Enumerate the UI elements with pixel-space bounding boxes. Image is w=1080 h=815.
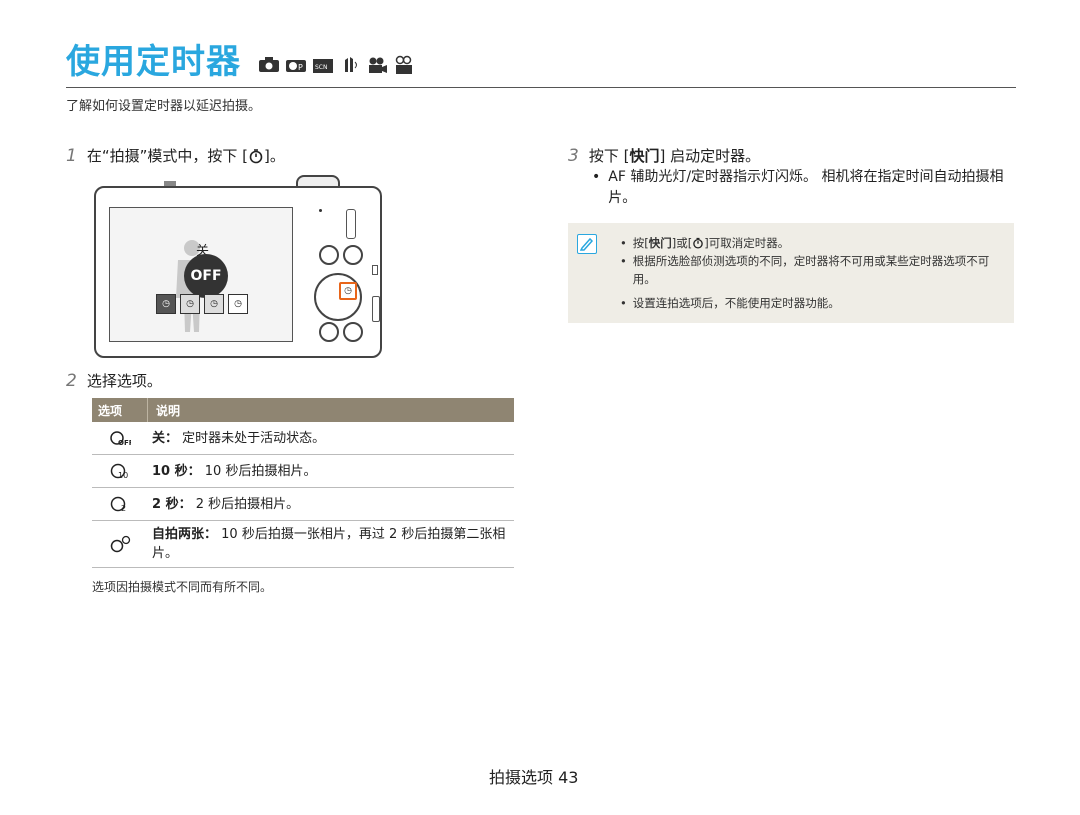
table-row: 10 10 秒： 10 秒后拍摄相片。 [92,455,514,488]
col-header-description: 说明 [156,403,181,418]
smart-movie-icon [395,55,412,74]
step-text-a: 在“拍摄”模式中，按下 [ [86,147,248,165]
step-text-a: 按下 [ [588,147,630,165]
timer-icon [693,237,704,249]
timer-icon [249,149,263,164]
step-number: 3 [568,145,579,166]
step-text: 按下 [快门] 启动定时器。 [589,145,760,166]
note-text: 按[ [632,236,649,250]
step-number: 1 [66,145,77,166]
footnote: 选项因拍摄模式不同而有所不同。 [92,580,273,594]
header-rule [66,87,1016,88]
step-text-b: ]。 [264,147,285,165]
side-button [372,265,378,275]
camera-button [319,245,339,265]
table-row: OFF 关： 定时器未处于活动状态。 [92,422,514,455]
table-header: 选项 说明 [92,398,514,422]
shutter-key-label: 快门 [648,236,672,250]
timer-10s-icon: 10 [110,463,128,480]
double-timer-option-icon: ◷ [228,294,248,314]
program-icon: P [286,60,306,72]
step-number: 2 [66,370,77,391]
step-3: 3 按下 [快门] 启动定时器。 [568,145,760,166]
timer-2s-option-icon: ◷ [204,294,224,314]
note-item: • 按[快门]或[]可取消定时器。 [620,236,790,250]
svg-text:2: 2 [121,504,126,513]
step-text: 在“拍摄”模式中，按下 [ ]。 [87,145,285,166]
indicator-dot [319,209,322,212]
row-label: 自拍两张： [152,527,218,542]
step-3-bullet: • AF 辅助光灯/定时器指示灯闪烁。 相机将在指定时间自动拍摄相片。 [592,167,1014,209]
note-text: 根据所选脸部侦测选项的不同，定时器将不可用或某些定时器选项不可用。 [632,254,990,286]
bullet-dot: • [592,169,601,185]
note-item: • 设置连拍选项后，不能使用定时器功能。 [620,296,840,310]
row-label: 关： [152,430,179,446]
timer-off-indicator: OFF [184,254,228,298]
page-footer: 拍摄选项 43 [489,764,578,788]
bullet-text: AF 辅助光灯/定时器指示灯闪烁。 相机将在指定时间自动拍摄相片。 [608,169,1004,206]
shutter-key-label: 快门 [629,147,660,165]
svg-text:OFF: OFF [118,439,131,447]
table-row: 2 2 秒： 2 秒后拍摄相片。 [92,488,514,521]
col-header-option: 选项 [92,398,148,422]
camera-screen: 关 OFF ◷ ◷ ◷ ◷ [109,207,293,342]
camera-button [343,245,363,265]
svg-text:P: P [298,63,303,72]
page-title: 使用定时器 [66,42,241,82]
timer-button-highlight: ◷ [339,282,357,300]
svg-text:SCN: SCN [315,64,328,71]
row-desc: 定时器未处于活动状态。 [182,430,326,446]
page-subtitle: 了解如何设置定时器以延迟拍摄。 [66,99,262,114]
step-1: 1 在“拍摄”模式中，按下 [ ]。 [66,145,285,166]
scene-icon: SCN [313,59,333,73]
zoom-slot [346,209,356,239]
timer-off-option-icon: ◷ [156,294,176,314]
timer-options-table: 选项 说明 OFF 关： 定时器未处于活动状态。 10 10 秒： 10 秒后拍… [92,398,514,568]
step-text-b: ] 启动定时器。 [659,147,761,165]
dual-is-icon [345,57,357,72]
row-label: 10 秒： [152,463,201,479]
timer-option-row: ◷ ◷ ◷ ◷ [156,294,248,314]
note-text: 设置连拍选项后，不能使用定时器功能。 [632,296,840,310]
smart-auto-icon [259,57,279,72]
camera-button [343,322,363,342]
row-label: 2 秒： [152,496,192,512]
mode-icons: P SCN [258,54,415,76]
row-desc: 2 秒后拍摄相片。 [195,496,300,512]
double-timer-icon [110,535,131,553]
timer-off-icon: OFF [110,431,131,447]
timer-10s-option-icon: ◷ [180,294,200,314]
note-item: • 根据所选脸部侦测选项的不同，定时器将不可用或某些定时器选项不可用。 [620,252,1004,288]
note-list: • 按[快门]或[]可取消定时器。 • 根据所选脸部侦测选项的不同，定时器将不可用… [620,234,1004,312]
footer-section: 拍摄选项 [489,768,554,787]
note-text: ]或[ [671,236,693,250]
side-button [372,296,380,322]
note-icon [577,234,597,254]
camera-button [319,322,339,342]
movie-icon [369,57,387,73]
svg-text:10: 10 [118,471,128,480]
timer-2s-icon: 2 [110,496,126,513]
row-desc: 10 秒后拍摄相片。 [204,463,317,479]
table-row: 自拍两张： 10 秒后拍摄一张相片，再过 2 秒后拍摄第二张相片。 [92,521,514,568]
page-number: 43 [558,768,579,787]
step-text: 选择选项。 [86,372,162,390]
step-2: 2 选择选项。 [66,370,162,391]
note-text: ]可取消定时器。 [704,236,790,250]
